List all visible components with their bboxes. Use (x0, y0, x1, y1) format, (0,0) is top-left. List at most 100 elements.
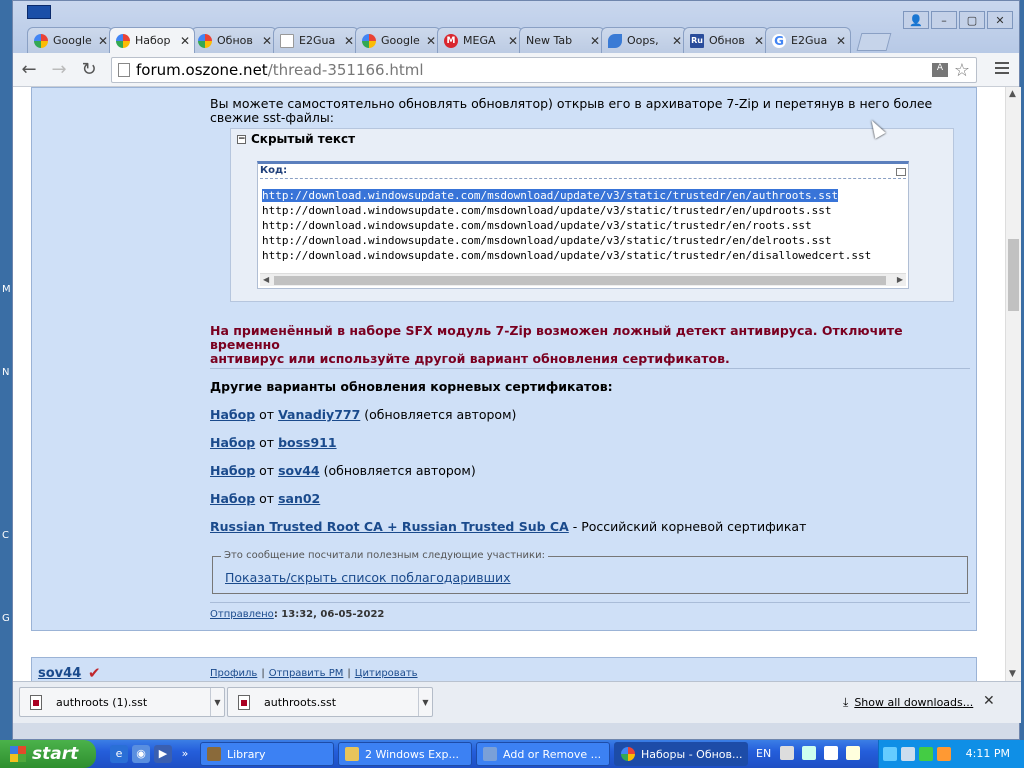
maximize-button[interactable]: ▢ (959, 11, 985, 29)
close-icon[interactable]: ✕ (754, 34, 764, 48)
code-line-selected[interactable]: http://download.windowsupdate.com/msdown… (262, 189, 839, 202)
tab-obnov-1[interactable]: Обнов ✕ (191, 27, 277, 53)
taskbar-button-chrome[interactable]: Наборы - Обнов... (614, 742, 748, 766)
settings-icon[interactable] (824, 746, 838, 760)
display-icon[interactable] (901, 747, 915, 761)
variant-link[interactable]: Набор (210, 435, 255, 450)
browser-quicklaunch-icon[interactable]: ◉ (132, 745, 150, 763)
hidden-text-title: Скрытый текст (251, 132, 356, 146)
close-icon[interactable]: ✕ (836, 34, 846, 48)
tab-oops[interactable]: Oops, ✕ (601, 27, 687, 53)
tab-e2gua-2[interactable]: G E2Gua ✕ (765, 27, 851, 53)
collapse-icon[interactable]: − (237, 134, 246, 144)
close-icon[interactable]: ✕ (590, 34, 600, 48)
network-icon[interactable] (883, 747, 897, 761)
scroll-thumb[interactable] (274, 276, 886, 285)
tab-google-1[interactable]: Google ✕ (27, 27, 113, 53)
variant-author-link[interactable]: boss911 (278, 435, 337, 450)
tab-google-2[interactable]: Google ✕ (355, 27, 441, 53)
post-intro-line2: свежие sst-файлы: (210, 110, 334, 125)
pen-icon[interactable] (802, 746, 816, 760)
download-item[interactable]: authroots.sst ▼ (227, 687, 433, 717)
close-icon[interactable]: ✕ (983, 693, 995, 709)
keyboard-icon[interactable] (780, 746, 794, 760)
close-button[interactable]: ✕ (987, 11, 1013, 29)
tab-nabor[interactable]: Набор ✕ (109, 27, 195, 53)
show-all-downloads[interactable]: ⤓ Show all downloads... (843, 695, 973, 710)
variant-mid: от (255, 463, 279, 478)
variant-author-link[interactable]: san02 (278, 491, 320, 506)
quote-link[interactable]: Цитировать (355, 668, 418, 679)
hidden-text-toggle[interactable]: − Скрытый текст (237, 132, 355, 146)
scroll-left-icon[interactable]: ◀ (263, 275, 269, 284)
close-icon[interactable]: ✕ (426, 34, 436, 48)
variant-mid: от (255, 491, 279, 506)
minimize-button[interactable]: – (931, 11, 957, 29)
translate-icon[interactable]: A (932, 63, 948, 77)
scroll-thumb[interactable] (1008, 239, 1019, 311)
forward-button[interactable]: → (45, 56, 73, 84)
close-icon[interactable]: ✕ (344, 34, 354, 48)
variant-link[interactable]: Набор (210, 407, 255, 422)
tab-mega[interactable]: M MEGA ✕ (437, 27, 523, 53)
ie-icon[interactable]: e (110, 745, 128, 763)
chevron-down-icon[interactable]: ▼ (418, 688, 432, 716)
tab-obnov-2[interactable]: Ru Обнов ✕ (683, 27, 769, 53)
close-icon[interactable]: ✕ (180, 34, 190, 48)
media-player-icon[interactable]: ▶ (154, 745, 172, 763)
scroll-up-icon[interactable]: ▲ (1009, 89, 1016, 99)
page-scrollbar[interactable]: ▲ ▼ (1005, 87, 1021, 681)
scroll-right-icon[interactable]: ▶ (897, 275, 903, 284)
send-pm-link[interactable]: Отправить PM (269, 668, 344, 679)
close-icon[interactable]: ✕ (262, 34, 272, 48)
page-icon (118, 63, 130, 77)
search-icon[interactable] (937, 747, 951, 761)
tab-new-tab[interactable]: New Tab ✕ (519, 27, 605, 53)
chevron-down-icon[interactable]: ▼ (210, 688, 224, 716)
code-horizontal-scrollbar[interactable]: ◀ ▶ (260, 273, 906, 286)
toggle-thanks-link[interactable]: Показать/скрыть список поблагодаривших (225, 570, 511, 585)
reload-button[interactable]: ↻ (75, 56, 103, 84)
profile-link[interactable]: Профиль (210, 668, 257, 679)
posted-link[interactable]: Отправлено (210, 609, 274, 620)
close-icon[interactable]: ✕ (672, 34, 682, 48)
help-icon[interactable] (846, 746, 860, 760)
start-button[interactable]: start (0, 740, 96, 768)
scroll-down-icon[interactable]: ▼ (1009, 669, 1016, 679)
download-item[interactable]: authroots (1).sst ▼ (19, 687, 225, 717)
taskbar-button-library[interactable]: Library (200, 742, 334, 766)
variant-link[interactable]: Набор (210, 491, 255, 506)
language-indicator[interactable]: EN (756, 747, 771, 760)
cert-link[interactable]: Russian Trusted Root CA + Russian Truste… (210, 519, 569, 534)
address-bar[interactable]: forum.oszone.net/thread-351166.html A ☆ (111, 57, 977, 83)
new-tab-button[interactable] (856, 33, 892, 51)
variant-author-link[interactable]: Vanadiy777 (278, 407, 360, 422)
author-link[interactable]: sov44 (38, 666, 81, 681)
variant-author-link[interactable]: sov44 (278, 463, 320, 478)
back-button[interactable]: ← (15, 56, 43, 84)
expand-code-icon[interactable] (896, 168, 906, 176)
code-line[interactable]: http://download.windowsupdate.com/msdown… (262, 248, 871, 263)
taskbar-button-add-remove[interactable]: Add or Remove ... (476, 742, 610, 766)
code-line[interactable]: http://download.windowsupdate.com/msdown… (262, 203, 871, 218)
show-all-label[interactable]: Show all downloads... (854, 696, 973, 709)
quicklaunch-chevron-icon[interactable]: » (176, 745, 194, 763)
taskbar-button-explorer[interactable]: 2 Windows Exp... (338, 742, 472, 766)
close-icon[interactable]: ✕ (98, 34, 108, 48)
download-icon: ⤓ (843, 695, 849, 709)
chrome-menu-icon[interactable] (995, 62, 1009, 77)
browser-window: Google ✕ Набор ✕ Обнов ✕ E2Gua ✕ Google ✕ M ME… (12, 0, 1021, 740)
user-icon[interactable]: 👤 (903, 11, 929, 29)
tab-label: Набор (135, 34, 171, 47)
code-line[interactable]: http://download.windowsupdate.com/msdown… (262, 233, 871, 248)
variant-link[interactable]: Набор (210, 463, 255, 478)
bookmark-star-icon[interactable]: ☆ (954, 60, 970, 81)
code-line[interactable]: http://download.windowsupdate.com/msdown… (262, 218, 871, 233)
close-icon[interactable]: ✕ (508, 34, 518, 48)
download-filename: authroots.sst (264, 695, 337, 709)
security-icon[interactable] (919, 747, 933, 761)
variant-mid: от (255, 435, 279, 450)
tab-e2gua-1[interactable]: E2Gua ✕ (273, 27, 359, 53)
clock: 4:11 PM (965, 747, 1010, 760)
code-lines[interactable]: http://download.windowsupdate.com/msdown… (262, 188, 871, 263)
